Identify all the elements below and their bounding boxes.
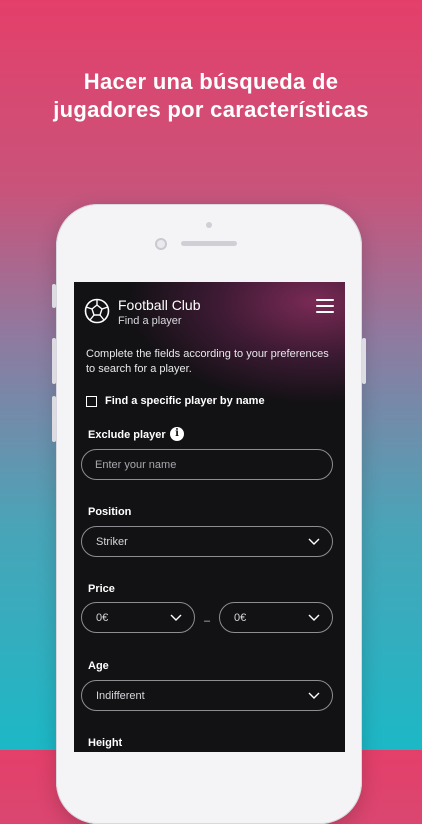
page-subtitle: Find a player — [118, 315, 182, 327]
price-max-select[interactable]: 0€ — [219, 602, 333, 633]
price-min-value: 0€ — [96, 612, 109, 624]
promo-headline: Hacer una búsqueda de jugadores por cara… — [0, 68, 422, 124]
front-camera — [155, 238, 167, 250]
football-ball-icon — [84, 298, 110, 324]
app-title: Football Club — [118, 297, 201, 313]
age-selected-value: Indifferent — [96, 690, 145, 702]
headline-line-1: Hacer una búsqueda de — [83, 69, 339, 94]
exclude-player-label: Exclude player — [88, 429, 166, 441]
chevron-down-icon — [308, 614, 320, 621]
proximity-sensor — [206, 222, 212, 228]
volume-up-button — [52, 338, 56, 384]
age-select[interactable]: Indifferent — [81, 680, 333, 711]
chevron-down-icon — [308, 538, 320, 545]
info-icon[interactable]: i — [170, 427, 184, 441]
earpiece-speaker — [181, 241, 237, 246]
headline-line-2: jugadores por características — [53, 97, 369, 122]
find-by-name-checkbox[interactable] — [86, 395, 97, 407]
chevron-down-icon — [308, 692, 320, 699]
find-by-name-checkbox-row[interactable]: Find a specific player by name — [86, 395, 265, 407]
mute-switch — [52, 284, 56, 308]
intro-text: Complete the fields according to your pr… — [86, 348, 329, 375]
price-range-separator: – — [204, 615, 211, 627]
position-label: Position — [88, 506, 132, 518]
chevron-down-icon — [170, 614, 182, 621]
power-button — [362, 338, 366, 384]
price-min-select[interactable]: 0€ — [81, 602, 195, 633]
position-select[interactable]: Striker — [81, 526, 333, 557]
find-by-name-label: Find a specific player by name — [105, 395, 265, 407]
height-label: Height — [88, 737, 123, 749]
price-max-value: 0€ — [234, 612, 247, 624]
exclude-player-input[interactable] — [81, 449, 333, 480]
position-selected-value: Striker — [96, 536, 128, 548]
hamburger-menu-icon[interactable] — [316, 299, 334, 313]
volume-down-button — [52, 396, 56, 442]
price-label: Price — [88, 583, 115, 595]
app-screen: Football Club Find a player Complete the… — [74, 282, 345, 752]
age-label: Age — [88, 660, 109, 672]
